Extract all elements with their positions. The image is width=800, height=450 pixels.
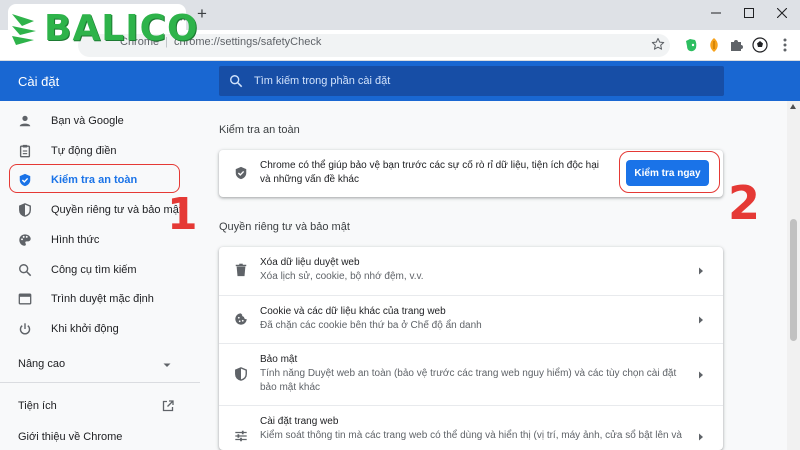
- football-extension-icon[interactable]: [752, 37, 768, 53]
- chevron-right-icon: [699, 433, 703, 441]
- sliders-icon: [235, 430, 247, 442]
- logo-text: BALICO: [44, 8, 199, 49]
- advanced-label: Nâng cao: [18, 358, 66, 370]
- sidebar-about-chrome[interactable]: Giới thiệu về Chrome: [18, 431, 122, 443]
- row-description: Tính năng Duyệt web an toàn (bảo vệ trướ…: [260, 368, 677, 393]
- shield-icon: [19, 203, 31, 217]
- shield-check-icon: [19, 173, 31, 187]
- sidebar-advanced-toggle[interactable]: Nâng cao: [18, 358, 178, 374]
- privacy-card: Xóa dữ liệu duyệt web Xóa lịch sử, cooki…: [219, 247, 723, 450]
- sidebar-item-safety-check[interactable]: Kiểm tra an toàn: [0, 165, 190, 195]
- sidebar-item-you-and-google[interactable]: Bạn và Google: [0, 106, 190, 136]
- sidebar-item-label: Kiểm tra an toàn: [51, 174, 138, 186]
- sidebar-extensions-link[interactable]: Tiện ích: [18, 400, 178, 414]
- search-placeholder: Tìm kiếm trong phần cài đặt: [254, 75, 391, 87]
- sidebar-divider: [0, 382, 200, 383]
- shield-icon: [235, 367, 247, 381]
- sidebar-item-search-engine[interactable]: Công cụ tìm kiếm: [0, 255, 190, 285]
- check-now-button[interactable]: Kiểm tra ngay: [626, 160, 709, 186]
- safety-check-card: Chrome có thể giúp bảo vệ bạn trước các …: [219, 150, 723, 197]
- row-title: Xóa dữ liệu duyệt web: [260, 257, 360, 268]
- page-title: Cài đặt: [18, 74, 60, 89]
- row-title: Bảo mật: [260, 354, 298, 365]
- close-icon: [777, 8, 787, 18]
- puzzle-extension-icon[interactable]: [729, 37, 745, 53]
- cookie-icon: [235, 313, 247, 325]
- maximize-button[interactable]: [737, 3, 761, 23]
- chevron-down-icon: [163, 363, 171, 367]
- browser-icon: [18, 293, 32, 305]
- person-icon: [19, 115, 31, 127]
- extensions-label: Tiện ích: [18, 400, 57, 412]
- sidebar-item-label: Hình thức: [51, 234, 100, 246]
- balico-logo-mark: [12, 14, 36, 45]
- sidebar-item-label: Tự động điền: [51, 145, 117, 157]
- chevron-right-icon: [699, 267, 703, 275]
- privacy-section-title: Quyền riêng tư và bảo mật: [219, 221, 350, 233]
- window-close-button[interactable]: [770, 3, 794, 23]
- bookmark-star-icon[interactable]: [651, 37, 665, 51]
- trash-icon: [235, 263, 247, 277]
- chevron-right-icon: [699, 371, 703, 379]
- sidebar-item-appearance[interactable]: Hình thức: [0, 225, 190, 255]
- row-description: Kiểm soát thông tin mà các trang web có …: [260, 430, 682, 441]
- maximize-icon: [744, 8, 754, 18]
- row-title: Cài đặt trang web: [260, 416, 339, 427]
- cookies-row[interactable]: Cookie và các dữ liệu khác của trang web…: [219, 295, 723, 343]
- row-description: Đã chặn các cookie bên thứ ba ở Chế độ ẩ…: [260, 320, 482, 331]
- sidebar-item-label: Trình duyệt mặc định: [51, 293, 154, 305]
- settings-header: Cài đặt Tìm kiếm trong phần cài đặt: [0, 61, 800, 101]
- sidebar-item-on-startup[interactable]: Khi khởi động: [0, 314, 190, 344]
- search-icon: [230, 75, 243, 88]
- sidebar-item-label: Khi khởi động: [51, 323, 119, 335]
- clear-browsing-data-row[interactable]: Xóa dữ liệu duyệt web Xóa lịch sử, cooki…: [219, 247, 723, 295]
- balico-logo: BALICO: [10, 10, 199, 48]
- chevron-right-icon: [699, 316, 703, 324]
- honey-extension-icon[interactable]: [706, 37, 722, 53]
- minimize-icon: [711, 12, 721, 14]
- security-row[interactable]: Bảo mật Tính năng Duyệt web an toàn (bảo…: [219, 343, 723, 405]
- sidebar-item-default-browser[interactable]: Trình duyệt mặc định: [0, 284, 190, 314]
- row-title: Cookie và các dữ liệu khác của trang web: [260, 306, 446, 317]
- palette-icon: [19, 234, 31, 246]
- page-scrollbar[interactable]: [787, 101, 800, 450]
- sidebar-item-privacy-security[interactable]: Quyền riêng tư và bảo mật: [0, 195, 190, 225]
- menu-dots-icon[interactable]: [777, 37, 793, 53]
- step-1-annotation: 1: [167, 189, 198, 240]
- settings-search-input[interactable]: Tìm kiếm trong phần cài đặt: [219, 66, 724, 96]
- site-settings-row[interactable]: Cài đặt trang web Kiểm soát thông tin mà…: [219, 405, 723, 450]
- sidebar-item-label: Công cụ tìm kiếm: [51, 264, 137, 276]
- safety-check-description: Chrome có thể giúp bảo vệ bạn trước các …: [260, 160, 600, 185]
- open-external-icon: [162, 400, 174, 412]
- scroll-up-arrow-icon[interactable]: [790, 104, 796, 109]
- power-icon: [19, 323, 31, 335]
- evernote-extension-icon[interactable]: [683, 37, 699, 53]
- row-description: Xóa lịch sử, cookie, bộ nhớ đệm, v.v.: [260, 271, 424, 282]
- search-icon: [19, 264, 32, 277]
- shield-check-icon: [235, 166, 247, 180]
- safety-check-section-title: Kiểm tra an toàn: [219, 124, 300, 136]
- step-2-annotation: 2: [728, 176, 761, 230]
- clipboard-icon: [19, 144, 31, 158]
- sidebar-item-autofill[interactable]: Tự động điền: [0, 136, 190, 166]
- sidebar-item-label: Quyền riêng tư và bảo mật: [51, 204, 182, 216]
- minimize-button[interactable]: [704, 3, 728, 23]
- sidebar-item-label: Bạn và Google: [51, 115, 124, 127]
- scrollbar-thumb[interactable]: [790, 219, 797, 341]
